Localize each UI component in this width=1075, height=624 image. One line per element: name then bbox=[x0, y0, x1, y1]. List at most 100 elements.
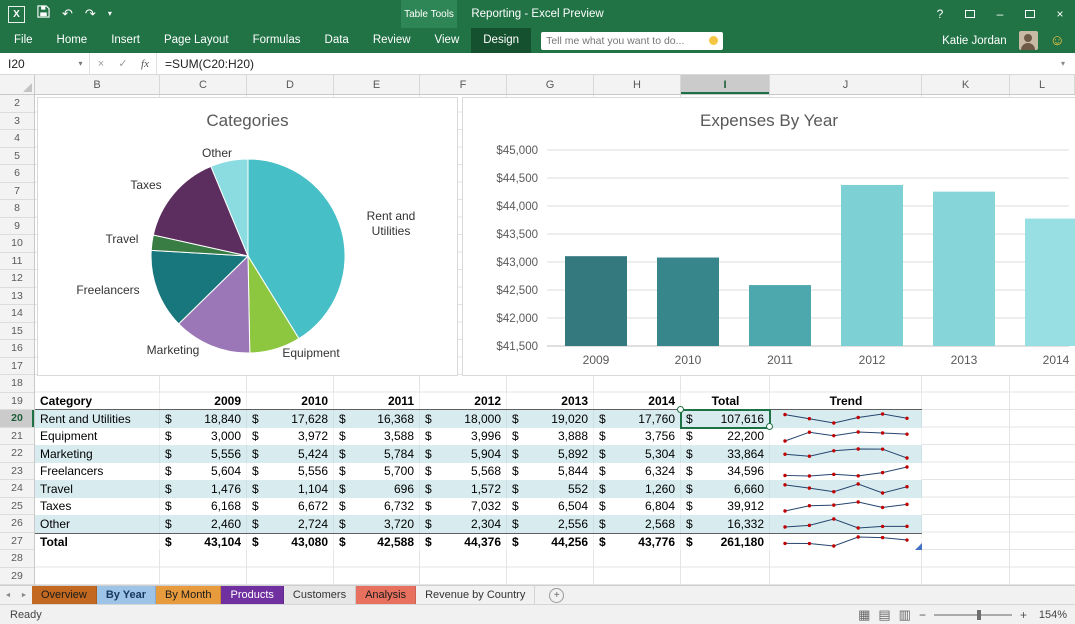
cell-J23-sparkline[interactable] bbox=[770, 463, 922, 481]
table-header-trend[interactable]: Trend bbox=[770, 393, 922, 410]
sheet-tab-by-month[interactable]: By Month bbox=[156, 586, 221, 604]
column-header-B[interactable]: B bbox=[35, 75, 160, 94]
page-layout-view-icon[interactable]: ▤ bbox=[878, 605, 890, 624]
cell-J27-sparkline[interactable] bbox=[770, 534, 922, 551]
minimize-button[interactable]: – bbox=[985, 0, 1015, 28]
cell-F24[interactable]: $1,572 bbox=[420, 480, 507, 498]
cell-B22[interactable]: Marketing bbox=[35, 445, 160, 463]
cell-H23[interactable]: $6,324 bbox=[594, 463, 681, 481]
row-header-13[interactable]: 13 bbox=[0, 288, 34, 306]
cell-E24[interactable]: $696 bbox=[334, 480, 420, 498]
cell-D27[interactable]: $43,080 bbox=[247, 534, 334, 551]
cell-I21[interactable]: $22,200 bbox=[681, 428, 770, 446]
cell-C27[interactable]: $43,104 bbox=[160, 534, 247, 551]
cell-I24[interactable]: $6,660 bbox=[681, 480, 770, 498]
column-header-L[interactable]: L bbox=[1010, 75, 1075, 94]
row-header-12[interactable]: 12 bbox=[0, 270, 34, 288]
table-row-total[interactable]: Total$43,104$43,080$42,588$44,376$44,256… bbox=[35, 533, 922, 551]
restore-button[interactable] bbox=[1015, 0, 1045, 28]
cell-H20[interactable]: $17,760 bbox=[594, 410, 681, 428]
cell-C21[interactable]: $3,000 bbox=[160, 428, 247, 446]
table-header-2011[interactable]: 2011 bbox=[334, 393, 420, 410]
cell-D23[interactable]: $5,556 bbox=[247, 463, 334, 481]
sheet-nav-left-icon[interactable]: ◄ bbox=[0, 586, 16, 604]
table-row-other[interactable]: Other$2,460$2,724$3,720$2,304$2,556$2,56… bbox=[35, 515, 922, 533]
cell-D21[interactable]: $3,972 bbox=[247, 428, 334, 446]
column-header-F[interactable]: F bbox=[420, 75, 507, 94]
cell-G24[interactable]: $552 bbox=[507, 480, 594, 498]
cell-F20[interactable]: $18,000 bbox=[420, 410, 507, 428]
table-row-equipment[interactable]: Equipment$3,000$3,972$3,588$3,996$3,888$… bbox=[35, 428, 922, 446]
cell-J22-sparkline[interactable] bbox=[770, 445, 922, 463]
cell-G23[interactable]: $5,844 bbox=[507, 463, 594, 481]
column-header-H[interactable]: H bbox=[594, 75, 681, 94]
table-header-2010[interactable]: 2010 bbox=[247, 393, 334, 410]
table-header-2009[interactable]: 2009 bbox=[160, 393, 247, 410]
sheet-nav-right-icon[interactable]: ► bbox=[16, 586, 32, 604]
cell-F23[interactable]: $5,568 bbox=[420, 463, 507, 481]
bar-chart[interactable]: Expenses By Year $41,500$42,000$42,500$4… bbox=[462, 97, 1075, 376]
cell-I25[interactable]: $39,912 bbox=[681, 498, 770, 516]
cell-B24[interactable]: Travel bbox=[35, 480, 160, 498]
tell-me-input[interactable] bbox=[546, 35, 705, 47]
new-sheet-button[interactable]: + bbox=[549, 588, 564, 603]
row-header-23[interactable]: 23 bbox=[0, 463, 34, 481]
cell-F21[interactable]: $3,996 bbox=[420, 428, 507, 446]
ribbon-tab-page-layout[interactable]: Page Layout bbox=[152, 28, 241, 53]
cell-I23[interactable]: $34,596 bbox=[681, 463, 770, 481]
cell-G27[interactable]: $44,256 bbox=[507, 534, 594, 551]
cell-D22[interactable]: $5,424 bbox=[247, 445, 334, 463]
cell-C26[interactable]: $2,460 bbox=[160, 515, 247, 533]
cell-B27[interactable]: Total bbox=[35, 534, 160, 551]
cell-F25[interactable]: $7,032 bbox=[420, 498, 507, 516]
row-header-2[interactable]: 2 bbox=[0, 95, 34, 113]
row-header-8[interactable]: 8 bbox=[0, 200, 34, 218]
cell-E25[interactable]: $6,732 bbox=[334, 498, 420, 516]
ribbon-tab-design[interactable]: Design bbox=[471, 28, 531, 53]
row-header-7[interactable]: 7 bbox=[0, 183, 34, 201]
cell-E27[interactable]: $42,588 bbox=[334, 534, 420, 551]
column-header-E[interactable]: E bbox=[334, 75, 420, 94]
cell-J24-sparkline[interactable] bbox=[770, 480, 922, 498]
ribbon-display-options-button[interactable] bbox=[955, 0, 985, 28]
zoom-slider-thumb[interactable] bbox=[977, 610, 981, 620]
cells-area[interactable]: Categories Rent andUtilitiesEquipmentMar… bbox=[35, 95, 1075, 585]
table-row-travel[interactable]: Travel$1,476$1,104$696$1,572$552$1,260$6… bbox=[35, 480, 922, 498]
formula-bar-expand-icon[interactable]: ▾ bbox=[1051, 53, 1075, 74]
cell-I22[interactable]: $33,864 bbox=[681, 445, 770, 463]
cell-C25[interactable]: $6,168 bbox=[160, 498, 247, 516]
cell-B20[interactable]: Rent and Utilities bbox=[35, 410, 160, 428]
table-header-2014[interactable]: 2014 bbox=[594, 393, 681, 410]
row-header-22[interactable]: 22 bbox=[0, 445, 34, 463]
zoom-level[interactable]: 154% bbox=[1035, 609, 1067, 621]
cell-B23[interactable]: Freelancers bbox=[35, 463, 160, 481]
column-header-I[interactable]: I bbox=[681, 75, 770, 94]
cell-H24[interactable]: $1,260 bbox=[594, 480, 681, 498]
column-header-C[interactable]: C bbox=[160, 75, 247, 94]
sheet-tab-products[interactable]: Products bbox=[221, 586, 283, 604]
user-avatar[interactable] bbox=[1019, 31, 1038, 50]
insert-function-icon[interactable]: fx bbox=[134, 58, 156, 70]
cell-F26[interactable]: $2,304 bbox=[420, 515, 507, 533]
tell-me-box[interactable] bbox=[541, 32, 723, 50]
row-header-28[interactable]: 28 bbox=[0, 550, 34, 568]
cell-G26[interactable]: $2,556 bbox=[507, 515, 594, 533]
name-box[interactable]: I20 bbox=[0, 53, 72, 74]
row-header-9[interactable]: 9 bbox=[0, 218, 34, 236]
ribbon-tab-formulas[interactable]: Formulas bbox=[241, 28, 313, 53]
column-header-K[interactable]: K bbox=[922, 75, 1010, 94]
cell-D24[interactable]: $1,104 bbox=[247, 480, 334, 498]
cell-I26[interactable]: $16,332 bbox=[681, 515, 770, 533]
cell-C22[interactable]: $5,556 bbox=[160, 445, 247, 463]
undo-button[interactable]: ↶ bbox=[62, 0, 73, 28]
zoom-in-button[interactable]: + bbox=[1020, 608, 1027, 622]
row-header-11[interactable]: 11 bbox=[0, 253, 34, 271]
cell-E21[interactable]: $3,588 bbox=[334, 428, 420, 446]
ribbon-tab-file[interactable]: File bbox=[2, 28, 45, 53]
row-header-6[interactable]: 6 bbox=[0, 165, 34, 183]
row-header-4[interactable]: 4 bbox=[0, 130, 34, 148]
zoom-out-button[interactable]: − bbox=[919, 608, 926, 622]
table-header-category[interactable]: Category bbox=[35, 393, 160, 410]
column-header-D[interactable]: D bbox=[247, 75, 334, 94]
cell-H21[interactable]: $3,756 bbox=[594, 428, 681, 446]
